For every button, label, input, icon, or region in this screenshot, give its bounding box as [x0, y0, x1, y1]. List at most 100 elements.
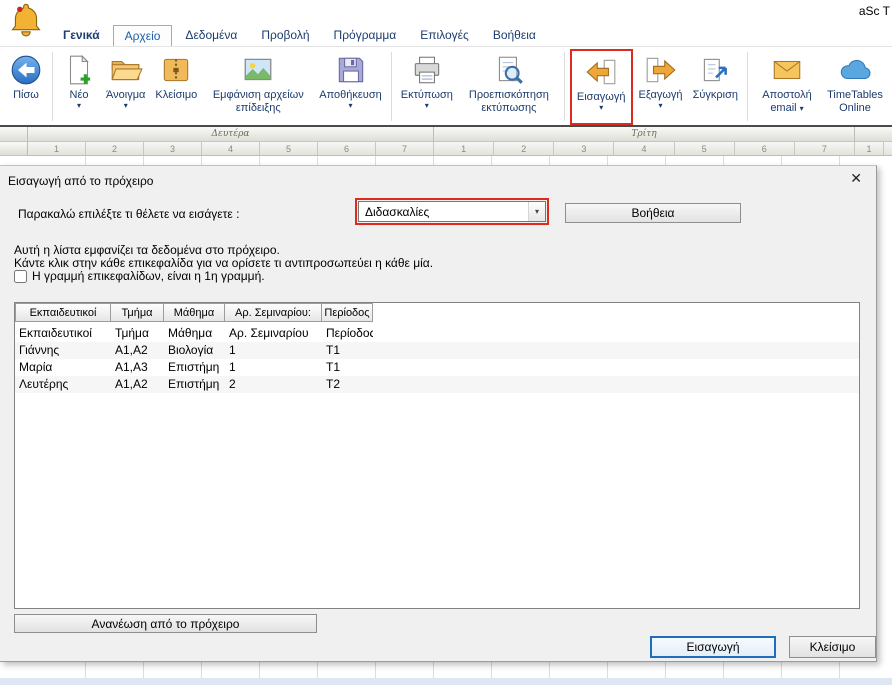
menu-item-data[interactable]: Δεδομένα	[174, 25, 248, 47]
period-cell: 6	[318, 142, 376, 156]
window-title: aSc T	[859, 4, 890, 18]
day-header-row: Δευτέρα Τρίτη	[0, 127, 892, 142]
period-header-stub	[0, 142, 28, 156]
dropdown-arrow-icon: ▾	[77, 102, 81, 111]
toolbar-separator	[564, 52, 565, 121]
table-row[interactable]: Γιάννης A1,A2 Βιολογία 1 T1	[15, 342, 859, 359]
period-cell: 2	[86, 142, 144, 156]
app-window: aSc T Γενικά Αρχείο Δεδομένα Προβολή Πρό…	[0, 0, 892, 685]
cell-teacher: Μαρία	[15, 359, 111, 376]
period-cell: 5	[260, 142, 318, 156]
timetable-header: Δευτέρα Τρίτη 1234567 1234567 12	[0, 127, 892, 156]
title-menu-bar: aSc T Γενικά Αρχείο Δεδομένα Προβολή Πρό…	[0, 0, 892, 46]
dropdown-arrow-icon: ▾	[800, 104, 804, 113]
ribbon-toolbar: Πίσω Νέο ▾ Άνοιγμα	[0, 46, 892, 127]
cell-class: A1,A2	[111, 342, 164, 359]
toolbar-button-label: Κλείσιμο	[155, 89, 197, 102]
dropdown-arrow-icon: ▾	[124, 102, 128, 111]
header-row-checkbox[interactable]	[14, 270, 27, 283]
import-type-dropdown[interactable]: Διδασκαλίες ▾	[358, 201, 546, 222]
period-cell: 1	[855, 142, 884, 156]
demo-files-icon	[241, 53, 275, 87]
toolbar-button-open[interactable]: Άνοιγμα ▾	[101, 49, 150, 111]
toolbar-button-label: Πίσω	[13, 89, 39, 102]
clipboard-info-line-1: Αυτή η λίστα εμφανίζει τα δεδομένα στο π…	[14, 243, 280, 257]
table-row[interactable]: Λευτέρης A1,A2 Επιστήμη 2 T2	[15, 376, 859, 393]
toolbar-button-back[interactable]: Πίσω	[4, 49, 48, 102]
menu-item-options[interactable]: Επιλογές	[409, 25, 480, 47]
open-folder-icon	[109, 53, 143, 87]
period-cell: 7	[795, 142, 855, 156]
toolbar-separator	[747, 52, 748, 121]
period-cell: 6	[735, 142, 795, 156]
back-icon	[9, 53, 43, 87]
menu-item-general[interactable]: Γενικά	[52, 25, 111, 47]
period-header-row: 1234567 1234567 12	[0, 142, 892, 156]
column-header-button[interactable]: Περίοδος	[322, 303, 373, 322]
compare-icon	[698, 53, 732, 87]
cell-subject: Μάθημα	[164, 325, 225, 342]
zip-file-icon	[159, 53, 193, 87]
toolbar-button-timetables-online[interactable]: TimeTables Online	[822, 49, 888, 115]
column-header-row: ΕκπαιδευτικοίΤμήμαΜάθημαΑρ. Σεμιναρίου:Π…	[15, 303, 859, 322]
table-row[interactable]: Μαρία A1,A3 Επιστήμη 1 T1	[15, 359, 859, 376]
save-icon	[334, 53, 368, 87]
toolbar-button-demo-files[interactable]: Εμφάνιση αρχείων επίδειξης	[202, 49, 314, 115]
toolbar-button-print[interactable]: Εκτύπωση ▾	[396, 49, 458, 111]
cell-period: T1	[322, 359, 373, 376]
menu-item-file[interactable]: Αρχείο	[113, 25, 173, 47]
toolbar-button-close-file[interactable]: Κλείσιμο	[150, 49, 202, 102]
menu-item-view[interactable]: Προβολή	[250, 25, 320, 47]
help-button[interactable]: Βοήθεια	[565, 203, 741, 223]
menu-item-help[interactable]: Βοήθεια	[482, 25, 547, 47]
toolbar-separator	[391, 52, 392, 121]
toolbar-button-new[interactable]: Νέο ▾	[57, 49, 101, 111]
column-header-button[interactable]: Μάθημα	[164, 303, 225, 322]
header-row-checkbox-label: Η γραμμή επικεφαλίδων, είναι η 1η γραμμή…	[32, 269, 265, 283]
menu-bar: Γενικά Αρχείο Δεδομένα Προβολή Πρόγραμμα…	[52, 25, 547, 47]
period-cell: 2	[884, 142, 892, 156]
day-header-partial	[855, 127, 892, 142]
close-icon[interactable]: ✕	[850, 171, 862, 185]
cell-subject: Επιστήμη	[164, 376, 225, 393]
cell-class: A1,A3	[111, 359, 164, 376]
menu-item-schedule[interactable]: Πρόγραμμα	[323, 25, 408, 47]
period-cell: 4	[202, 142, 260, 156]
period-cell: 1	[434, 142, 494, 156]
day-header-monday: Δευτέρα	[28, 127, 434, 142]
toolbar-button-label: Αποστολή email	[762, 89, 811, 114]
toolbar-separator	[52, 52, 53, 121]
period-cell: 2	[494, 142, 554, 156]
close-button[interactable]: Κλείσιμο	[789, 636, 876, 658]
toolbar-button-send-email[interactable]: Αποστολή email ▾	[752, 49, 822, 115]
toolbar-button-text: Αποστολή email ▾	[757, 89, 817, 115]
toolbar-button-label: Εμφάνιση αρχείων επίδειξης	[207, 89, 309, 115]
column-header-button[interactable]: Εκπαιδευτικοί	[15, 303, 111, 322]
cell-seminar: Αρ. Σεμιναρίου	[225, 325, 322, 342]
cell-period: T1	[322, 342, 373, 359]
dropdown-arrow-icon: ▾	[599, 104, 603, 113]
toolbar-button-compare[interactable]: Σύγκριση	[688, 49, 743, 102]
period-cell: 7	[376, 142, 434, 156]
header-row-checkbox-row: Η γραμμή επικεφαλίδων, είναι η 1η γραμμή…	[14, 269, 265, 283]
chevron-down-icon: ▾	[528, 202, 545, 221]
import-button[interactable]: Εισαγωγή	[650, 636, 776, 658]
highlight-box-import-button: Εισαγωγή ▾	[570, 49, 633, 125]
refresh-from-clipboard-button[interactable]: Ανανέωση από το πρόχειρο	[14, 614, 317, 633]
clipboard-info-line-2: Κάντε κλικ στην κάθε επικεφαλίδα για να …	[14, 256, 433, 270]
column-header-button[interactable]: Τμήμα	[111, 303, 164, 322]
cell-teacher: Λευτέρης	[15, 376, 111, 393]
table-row[interactable]: Εκπαιδευτικοί Τμήμα Μάθημα Αρ. Σεμιναρίο…	[15, 325, 859, 342]
import-type-prompt: Παρακαλώ επιλέξτε τι θέλετε να εισάγετε …	[18, 207, 239, 221]
print-icon	[410, 53, 444, 87]
toolbar-button-export[interactable]: Εξαγωγή ▾	[634, 49, 688, 111]
cell-class: Τμήμα	[111, 325, 164, 342]
column-header-button[interactable]: Αρ. Σεμιναρίου:	[225, 303, 322, 322]
cloud-icon	[838, 53, 872, 87]
toolbar-button-print-preview[interactable]: Προεπισκόπηση εκτύπωσης	[458, 49, 560, 115]
toolbar-button-save[interactable]: Αποθήκευση ▾	[314, 49, 386, 111]
dropdown-arrow-icon: ▾	[425, 102, 429, 111]
toolbar-button-label: Σύγκριση	[693, 89, 738, 102]
period-cell: 3	[144, 142, 202, 156]
toolbar-button-import[interactable]: Εισαγωγή ▾	[572, 51, 631, 123]
